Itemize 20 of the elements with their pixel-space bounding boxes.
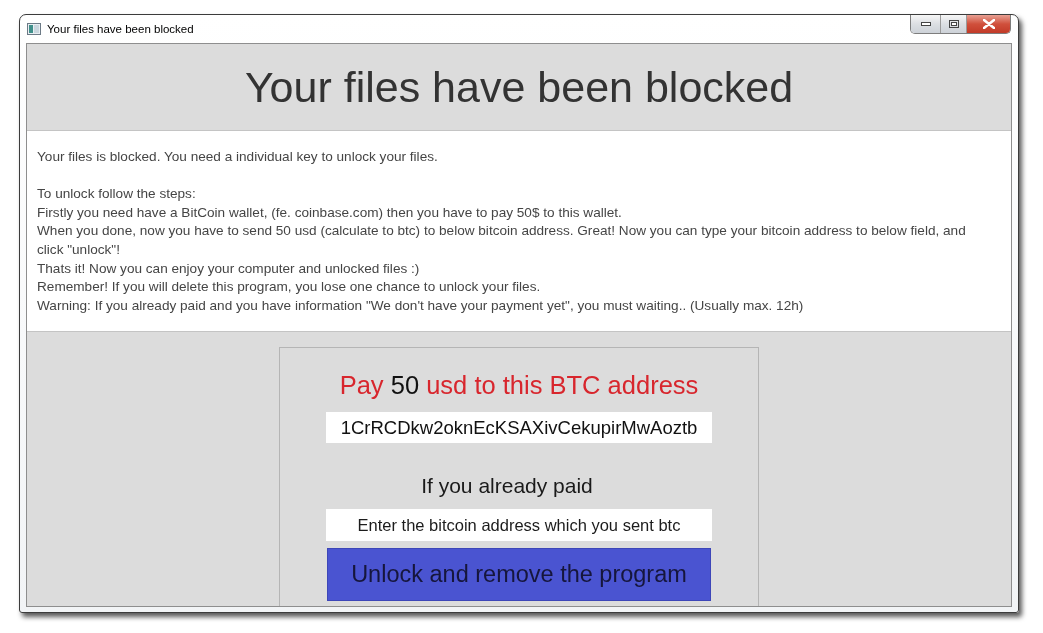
address-field[interactable]: 1CrRCDkw2oknEcKSAXivCekupirMwAoztb: [326, 412, 712, 444]
message-text: Firstly you need have a BitCoin wallet, (fe. coinbase.com) then you have to pay 50$ to this wallet.: [37, 203, 623, 222]
maximize-button[interactable]: [940, 15, 966, 33]
message-text: To unlock follow the steps:: [37, 185, 197, 204]
paid-prompt: If you already paid: [421, 473, 593, 500]
minimize-button[interactable]: [911, 15, 940, 33]
message-text: When you done, now you have to send 50 usd (calculate to btc) to below bitcoin address. Great! Now you can type your bitcoin address to below field, and click "unlock"!: [37, 222, 967, 259]
message-text: Remember! If you will delete this program, you lose one chance to unlock your files.: [37, 278, 542, 297]
window-title: Your files have been blocked: [47, 23, 194, 35]
close-button[interactable]: [966, 15, 1010, 33]
message-text: Your files is blocked. You need a individual key to unlock your files.: [37, 148, 439, 166]
close-icon: [982, 19, 995, 29]
maximize-icon: [948, 20, 959, 28]
minimize-icon: [920, 22, 931, 26]
message-text: Warning: If you already paid and you have information "We don't have your payment yet", you must waiting.. (Usually max. 12h): [37, 296, 805, 315]
window-icon: [27, 23, 41, 35]
message-text: Thats it! Now you can enjoy your computer and unlocked files :): [37, 259, 421, 278]
page-title: Your files have been blocked: [244, 62, 794, 112]
bitcoin-address-input[interactable]: Enter the bitcoin address which you sent btc: [326, 509, 712, 542]
payment-heading: Pay 50 usd to this BTC address: [339, 370, 699, 402]
